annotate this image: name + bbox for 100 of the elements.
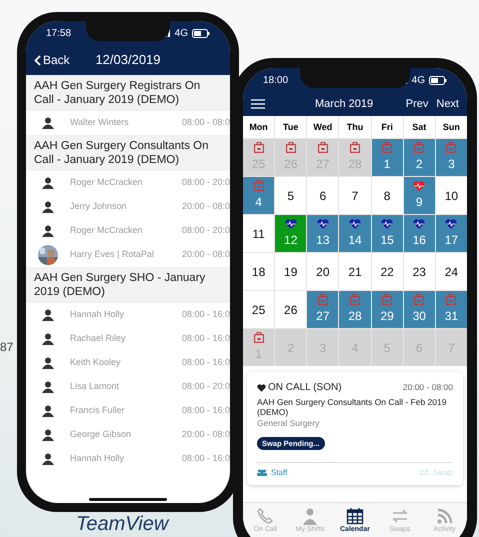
shift-row[interactable]: George Gibson 20:00 - 08:0 [26,423,230,447]
back-button[interactable]: Back [34,51,70,69]
prev-button[interactable]: Prev [406,96,428,112]
calendar-day[interactable]: 16 [404,215,435,252]
calendar-day[interactable]: 11 [243,215,274,252]
briefcase-icon [382,142,392,153]
shift-row[interactable]: Hannah Holly 08:00 - 16:0 [26,447,230,471]
calendar-day[interactable]: 30 [404,291,435,328]
weekday-label: Sat [404,116,435,138]
shift-title: AAH Gen Surgery Consultants On Call - Feb 2019 (DEMO) [257,397,448,417]
calendar-day[interactable]: 1 [372,139,403,176]
weekday-label: Tue [275,116,306,138]
weekday-label: Fri [372,116,403,138]
briefcase-icon [254,180,264,191]
staff-name: Walter Winters [70,116,130,130]
staff-button[interactable]: Staff [257,466,288,479]
network-label: 4G [174,26,188,40]
shift-time: 20:00 - 08:0 [182,428,230,442]
calendar-day[interactable]: 15 [372,215,403,252]
shift-time: 08:00 - 16:0 [182,404,230,418]
heartbeat-icon [316,218,329,228]
person-icon [42,333,54,345]
calendar-day[interactable]: 14 [339,215,371,252]
calendar-day[interactable]: 5 [275,177,306,214]
calendar-day[interactable]: 8 [372,177,403,214]
calendar-day[interactable]: 31 [436,291,467,328]
calendar-day[interactable]: 29 [372,291,403,328]
staff-name: Harry Eves | RotaPal [70,248,155,262]
shift-row[interactable]: Jerry Johnson 20:00 - 08:0 [26,195,230,219]
staff-name: Rachael Riley [70,332,127,346]
calendar-day[interactable]: 23 [404,253,435,290]
group-header: AAH Gen Surgery Registrars On Call - January 2019 (DEMO) [26,75,230,111]
shift-row[interactable]: Walter Winters 08:00 - 08:0 [26,111,230,135]
calendar-day[interactable]: 26 [275,291,306,328]
staff-name: Jerry Johnson [70,200,128,214]
briefcase-icon [382,294,392,305]
heartbeat-icon [381,218,394,228]
calendar-day[interactable]: 28 [339,291,371,328]
calendar-day[interactable]: 21 [339,253,371,290]
shift-row[interactable]: Rachael Riley 08:00 - 16:0 [26,327,230,351]
briefcase-icon [318,142,328,153]
heartbeat-icon [284,218,297,228]
network-label: 4G [412,74,425,88]
calendar-day[interactable]: 20 [307,253,338,290]
shift-row[interactable]: Francis Fuller 08:00 - 16:0 [26,399,230,423]
next-button[interactable]: Next [436,96,459,112]
briefcase-icon [254,142,264,153]
caption: TeamView [76,512,168,536]
calendar-day[interactable]: 17 [436,215,467,252]
briefcase-icon [414,142,424,153]
calendar-day[interactable]: 6 [307,177,338,214]
staff-name: Hannah Holly [70,452,126,466]
calendar-day[interactable]: 19 [275,253,306,290]
shift-time: 08:00 - 16:0 [182,332,230,346]
calendar-day[interactable]: 27 [307,291,338,328]
edge-text: 87 [0,339,14,356]
feed-icon [436,507,454,525]
status-time: 17:58 [46,26,72,40]
person-icon [42,357,54,369]
calendar-day[interactable]: 3 [436,139,467,176]
battery-icon [429,76,447,84]
calendar-day[interactable]: 10 [436,177,467,214]
menu-button[interactable] [251,99,265,109]
heartbeat-icon [445,218,458,228]
shift-row[interactable]: Roger McCracken 08:00 - 20:0 [26,171,230,195]
shift-time: 08:00 - 20:0 [182,224,230,238]
person-icon [42,381,54,393]
shift-time: 08:00 - 20:0 [182,176,230,190]
calendar-day[interactable]: 18 [243,253,274,290]
briefcase-icon [446,142,456,153]
swap-icon [390,507,409,525]
staff-name: George Gibson [70,428,132,442]
doctor-icon [301,507,320,525]
chevron-left-icon [34,54,41,66]
briefcase-icon [414,294,424,305]
calendar-day[interactable]: 7 [339,177,371,214]
shift-row[interactable]: Lisa Lamont 08:00 - 20:0 [26,375,230,399]
calendar-day[interactable]: 25 [243,291,274,328]
person-icon [42,225,54,237]
calendar-day[interactable]: 4 [243,177,274,214]
person-icon [42,429,54,441]
calendar-day[interactable]: 13 [307,215,338,252]
calendar-day[interactable]: 12 [275,215,306,252]
shift-time: 08:00 - 16:0 [182,356,230,370]
group-header: AAH Gen Surgery Consultants On Call - January 2019 (DEMO) [26,135,230,171]
shift-row[interactable]: Roger McCracken 08:00 - 20:0 [26,219,230,243]
staff-name: Keith Kooley [70,356,122,370]
calendar-day[interactable]: 22 [372,253,403,290]
person-icon [42,177,54,189]
calendar-day[interactable]: 24 [436,253,467,290]
calendar-day[interactable]: 9 [404,177,435,214]
calendar-day[interactable]: 2 [404,139,435,176]
shift-type: ON CALL (SON) [268,381,342,395]
shift-row[interactable]: Keith Kooley 08:00 - 16:0 [26,351,230,375]
shift-row[interactable]: Harry Eves | RotaPal 20:00 - 08:0 [26,243,230,267]
department: General Surgery [257,417,320,430]
shift-time: 08:00 - 08:0 [182,116,230,130]
shift-time: 20:00 - 08:0 [182,200,230,214]
briefcase-icon [318,294,328,305]
shift-row[interactable]: Hannah Holly 08:00 - 16:0 [26,303,230,327]
